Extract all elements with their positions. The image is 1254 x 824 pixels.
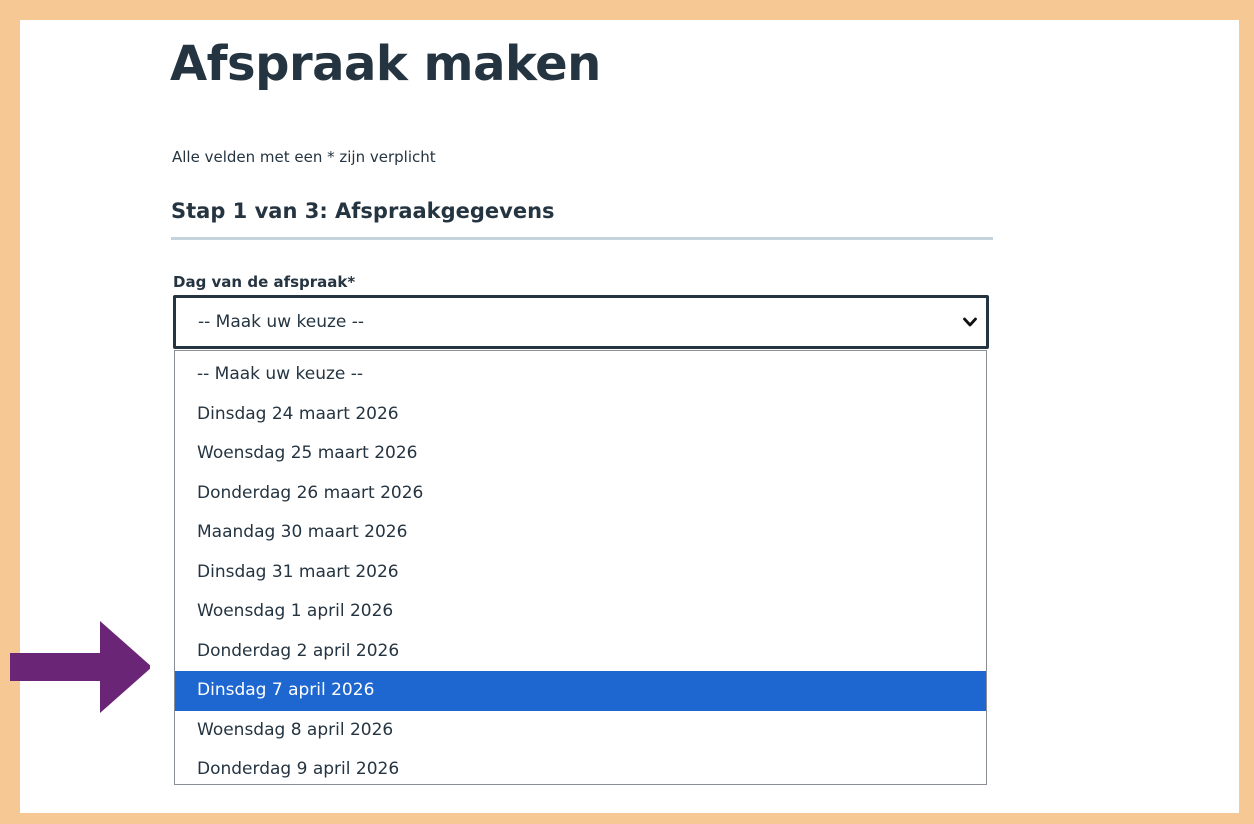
dropdown-option[interactable]: Maandag 30 maart 2026	[175, 513, 986, 553]
page-title: Afspraak maken	[170, 36, 601, 92]
day-dropdown-list: -- Maak uw keuze -- Dinsdag 24 maart 202…	[174, 350, 987, 785]
day-select-value: -- Maak uw keuze --	[198, 312, 365, 332]
page-frame: Afspraak maken Alle velden met een * zij…	[20, 20, 1239, 813]
arrow-right-icon	[10, 621, 150, 713]
day-select[interactable]: -- Maak uw keuze --	[173, 295, 989, 349]
dropdown-option[interactable]: Donderdag 26 maart 2026	[175, 474, 986, 514]
dropdown-option[interactable]: Donderdag 9 april 2026	[175, 750, 986, 790]
dropdown-option[interactable]: Donderdag 2 april 2026	[175, 632, 986, 672]
dropdown-option[interactable]: Woensdag 1 april 2026	[175, 592, 986, 632]
dropdown-option[interactable]: -- Maak uw keuze --	[175, 355, 986, 395]
step-divider	[171, 237, 993, 240]
required-fields-note: Alle velden met een * zijn verplicht	[172, 148, 436, 166]
dropdown-option[interactable]: Woensdag 25 maart 2026	[175, 434, 986, 474]
dropdown-option-highlighted[interactable]: Dinsdag 7 april 2026	[175, 671, 986, 711]
step-heading: Stap 1 van 3: Afspraakgegevens	[171, 199, 555, 223]
dropdown-option[interactable]: Dinsdag 31 maart 2026	[175, 553, 986, 593]
dropdown-option[interactable]: Woensdag 8 april 2026	[175, 711, 986, 751]
chevron-down-icon	[963, 317, 977, 327]
day-field-label: Dag van de afspraak*	[173, 273, 356, 291]
dropdown-option[interactable]: Dinsdag 24 maart 2026	[175, 395, 986, 435]
